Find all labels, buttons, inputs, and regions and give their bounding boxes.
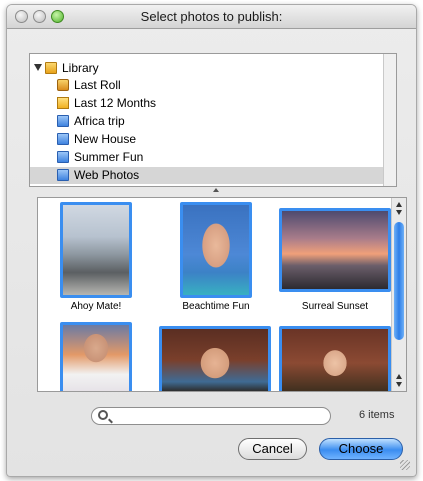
split-view-handle[interactable] <box>213 188 219 192</box>
tree-item-label: Last 12 Months <box>74 96 157 110</box>
search-field[interactable] <box>91 407 331 425</box>
photo-image <box>63 325 129 391</box>
tree-item-library[interactable]: Library <box>30 60 396 77</box>
resize-grip-icon[interactable] <box>400 460 410 470</box>
tree-item-last-12-months[interactable]: Last 12 Months <box>30 95 396 112</box>
photo-thumbnail[interactable] <box>60 202 132 298</box>
photo-thumbnail[interactable] <box>180 202 252 298</box>
photo-image <box>183 205 249 295</box>
title-bar: Select photos to publish: <box>7 5 416 29</box>
album-icon <box>57 133 69 145</box>
scroll-up-arrow-icon[interactable] <box>396 374 402 379</box>
tree-item-summer-fun[interactable]: Summer Fun <box>30 149 396 166</box>
choose-button[interactable]: Choose <box>319 438 403 460</box>
source-list[interactable]: Library Last Roll Last 12 Months Africa … <box>29 53 397 187</box>
scroll-down-arrow-icon[interactable] <box>396 382 402 387</box>
search-input[interactable] <box>114 409 324 423</box>
photo-caption: Ahoy Mate! <box>70 301 122 312</box>
item-count: 6 items <box>359 409 395 421</box>
search-icon <box>98 410 108 420</box>
photo-grid-scrollbar[interactable] <box>391 198 406 391</box>
calendar-folder-icon <box>57 97 69 109</box>
tree-item-label: Africa trip <box>74 114 125 128</box>
photo-image <box>63 205 129 295</box>
photo-caption: Surreal Sunset <box>301 301 369 312</box>
photo-thumbnail[interactable] <box>60 322 132 391</box>
tree-item-africa-trip[interactable]: Africa trip <box>30 113 396 130</box>
album-icon <box>57 151 69 163</box>
photo-image <box>162 329 268 391</box>
scrollbar-thumb[interactable] <box>394 222 404 340</box>
photo-image <box>282 329 388 391</box>
tree-item-label: New House <box>74 132 137 146</box>
album-icon <box>57 169 69 181</box>
tree-item-label: Last Roll <box>74 78 121 92</box>
tree-item-last-roll[interactable]: Last Roll <box>30 77 396 94</box>
cancel-button[interactable]: Cancel <box>238 438 307 460</box>
photo-image <box>282 211 388 289</box>
tree-item-new-house[interactable]: New House <box>30 131 396 148</box>
window-title: Select photos to publish: <box>140 9 283 24</box>
photo-thumbnail[interactable] <box>279 208 391 292</box>
scroll-down-arrow-icon[interactable] <box>396 210 402 215</box>
photo-grid[interactable]: Ahoy Mate! Beachtime Fun Surreal Sunset <box>37 197 407 392</box>
scroll-up-arrow-icon[interactable] <box>396 202 402 207</box>
tree-item-label: Summer Fun <box>74 150 144 164</box>
photo-thumbnail[interactable] <box>159 326 271 391</box>
last-roll-icon <box>57 79 69 91</box>
photo-thumbnail[interactable] <box>279 326 391 391</box>
tree-item-label: Library <box>62 61 99 75</box>
tree-item-web-photos[interactable]: Web Photos <box>30 167 396 184</box>
photo-caption: Beachtime Fun <box>182 301 250 312</box>
library-folder-icon <box>45 62 57 74</box>
photo-picker-dialog: Select photos to publish: Library Last R… <box>6 4 417 477</box>
tree-item-label: Web Photos <box>74 168 140 182</box>
album-icon <box>57 115 69 127</box>
disclosure-triangle-icon[interactable] <box>34 64 42 71</box>
tree-scrollbar[interactable] <box>383 54 396 186</box>
